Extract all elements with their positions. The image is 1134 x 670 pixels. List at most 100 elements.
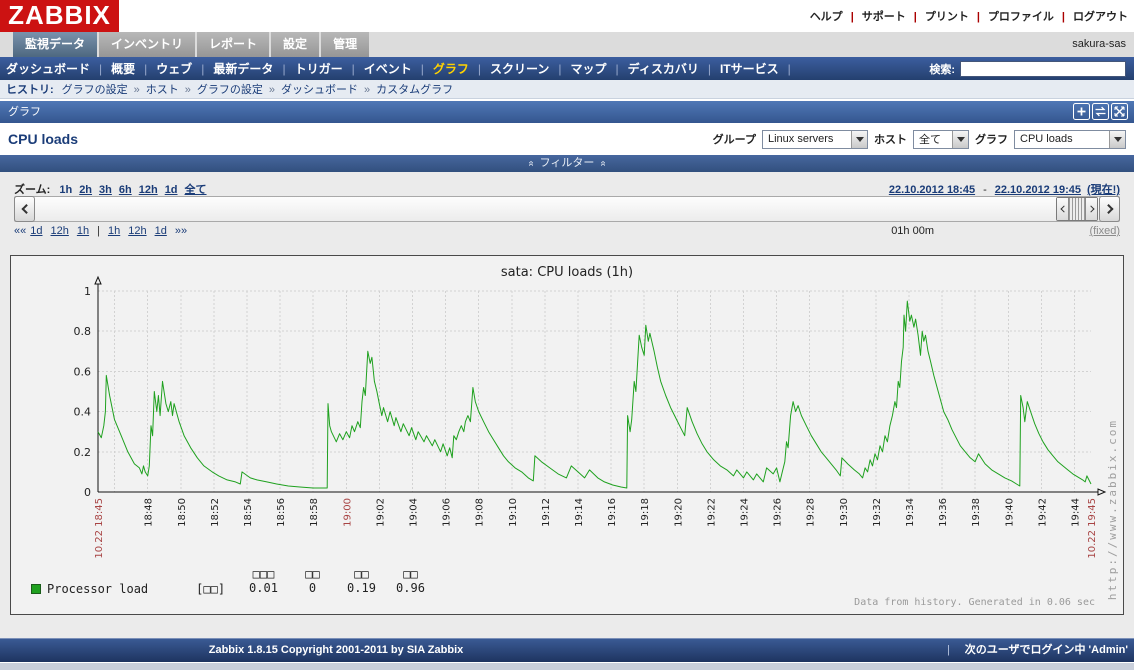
subnav-item[interactable]: イベント — [343, 60, 412, 77]
dropdown-arrow-icon[interactable] — [952, 131, 968, 148]
now-link[interactable]: (現在!) — [1087, 184, 1120, 196]
step-forward-link[interactable]: 1d — [155, 225, 167, 237]
history-link[interactable]: グラフの設定 — [62, 81, 128, 97]
period-span: 01h 00m — [891, 225, 934, 237]
scrollbar-slider[interactable] — [1056, 197, 1098, 221]
history-link[interactable]: グラフの設定 — [179, 81, 263, 97]
svg-text:0.4: 0.4 — [74, 406, 92, 419]
scrollbar-track[interactable] — [14, 196, 1120, 222]
graph-title-row: CPU loads グループ Linux servers ホスト 全て グラフ … — [0, 123, 1134, 155]
host-select[interactable]: 全て — [913, 130, 969, 149]
zoom-controls: ズーム:1h2h3h6h12h1d全て — [14, 181, 207, 197]
main-tab[interactable]: レポート — [197, 32, 269, 57]
zoom-link[interactable]: 全て — [185, 184, 207, 196]
subnav-item[interactable]: 最新データ — [192, 60, 273, 77]
top-link[interactable]: サポート — [843, 8, 906, 24]
cpu-load-chart: 00.20.40.60.8110.22 18:4518:4818:5018:52… — [11, 256, 1123, 614]
add-favourite-icon[interactable] — [1073, 103, 1090, 120]
subnav-item[interactable]: マップ — [549, 60, 606, 77]
svg-text:19:06: 19:06 — [442, 498, 453, 527]
svg-text:19:40: 19:40 — [1004, 498, 1015, 527]
graph-select[interactable]: CPU loads — [1014, 130, 1126, 149]
filter-toggle-bar[interactable]: »フィルター» — [0, 155, 1134, 172]
step-forward-link[interactable]: 12h — [128, 225, 146, 237]
zabbix-logo: ZABBIX — [0, 0, 119, 32]
graph-label: グラフ — [975, 131, 1008, 147]
svg-text:18:54: 18:54 — [243, 498, 254, 527]
main-tab[interactable]: 監視データ — [13, 32, 97, 57]
date-from-link[interactable]: 22.10.2012 18:45 — [889, 184, 975, 196]
dropdown-arrow-icon[interactable] — [851, 131, 867, 148]
main-tab[interactable]: 管理 — [321, 32, 369, 57]
main-tab-row: 監視データインベントリレポート設定管理 sakura-sas — [0, 32, 1134, 57]
subnav-item[interactable]: ウェブ — [135, 60, 192, 77]
svg-text:19:26: 19:26 — [773, 498, 784, 527]
history-label: ヒストリ: — [6, 81, 54, 97]
svg-text:19:38: 19:38 — [971, 498, 982, 527]
svg-text:19:18: 19:18 — [640, 498, 651, 527]
top-link[interactable]: ログアウト — [1054, 8, 1128, 24]
refresh-icon[interactable] — [1092, 103, 1109, 120]
svg-text:19:02: 19:02 — [375, 498, 386, 527]
top-link[interactable]: ヘルプ — [810, 8, 843, 24]
fixed-link[interactable]: (fixed) — [1089, 225, 1120, 237]
chevron-left-icon — [1060, 205, 1067, 212]
step-back-link[interactable]: 1h — [77, 225, 89, 237]
top-bar: ZABBIX ヘルプサポートプリントプロファイルログアウト — [0, 0, 1134, 32]
top-link[interactable]: プロファイル — [969, 8, 1054, 24]
subnav-item[interactable]: ディスカバリ — [607, 60, 699, 77]
date-to-link[interactable]: 22.10.2012 19:45 — [995, 184, 1081, 196]
subnav-items: ダッシュボード概要ウェブ最新データトリガーイベントグラフスクリーンマップディスカ… — [6, 57, 791, 80]
legend-stat-value: 0.96 — [386, 581, 435, 595]
bottom-strip — [0, 663, 1134, 670]
svg-text:19:28: 19:28 — [806, 498, 817, 527]
main-tab[interactable]: インベントリ — [99, 32, 195, 57]
slider-right-handle[interactable] — [1086, 198, 1097, 220]
search-box: 検索: — [929, 57, 1126, 80]
legend-stat-column: □□□ 0.01 — [239, 567, 288, 595]
step-back-link[interactable]: 1d — [30, 225, 42, 237]
subnav-item[interactable]: トリガー — [273, 60, 342, 77]
fullscreen-icon[interactable] — [1111, 103, 1128, 120]
subnav-item[interactable]: スクリーン — [469, 60, 550, 77]
svg-text:19:36: 19:36 — [938, 498, 949, 527]
top-link[interactable]: プリント — [906, 8, 969, 24]
page-next-link[interactable]: »» — [175, 225, 187, 237]
slider-left-handle[interactable] — [1057, 198, 1068, 220]
zoom-link[interactable]: 2h — [79, 184, 92, 196]
subnav-item[interactable]: ITサービス — [699, 60, 779, 77]
step-back-link[interactable]: 12h — [51, 225, 69, 237]
chevron-right-icon — [1087, 205, 1094, 212]
zoom-link[interactable]: 12h — [139, 184, 158, 196]
chevron-up-icon: » — [595, 161, 612, 167]
zoom-link[interactable]: 3h — [99, 184, 112, 196]
series-suffix: [□□] — [196, 582, 225, 596]
history-link[interactable]: ホスト — [128, 81, 179, 97]
zoom-link[interactable]: 1d — [165, 184, 178, 196]
section-icons — [1073, 103, 1128, 120]
svg-text:18:58: 18:58 — [309, 498, 320, 527]
search-input[interactable] — [960, 61, 1126, 77]
zabbix-app: ZABBIX ヘルプサポートプリントプロファイルログアウト 監視データインベント… — [0, 0, 1134, 670]
section-title: グラフ — [8, 101, 41, 123]
svg-text:19:14: 19:14 — [574, 498, 585, 527]
subnav-item[interactable]: グラフ — [412, 60, 469, 77]
slider-grip[interactable] — [1068, 198, 1086, 220]
history-bar: ヒストリ: グラフの設定ホストグラフの設定ダッシュボードカスタムグラフ — [0, 80, 1134, 99]
step-forward-link[interactable]: 1h — [108, 225, 120, 237]
history-link[interactable]: カスタムグラフ — [358, 81, 453, 97]
svg-text:18:56: 18:56 — [276, 498, 287, 527]
scroll-right-button[interactable] — [1099, 196, 1120, 222]
chevron-up-icon: » — [522, 161, 539, 167]
scroll-left-button[interactable] — [14, 196, 35, 222]
subnav-item[interactable]: ダッシュボード — [6, 60, 90, 77]
page-prev-link[interactable]: «« — [14, 225, 26, 237]
subnav-item[interactable]: 概要 — [90, 60, 135, 77]
svg-text:19:34: 19:34 — [905, 498, 916, 527]
group-select[interactable]: Linux servers — [762, 130, 868, 149]
main-tab[interactable]: 設定 — [271, 32, 319, 57]
group-label: グループ — [713, 131, 756, 147]
zoom-link[interactable]: 6h — [119, 184, 132, 196]
dropdown-arrow-icon[interactable] — [1109, 131, 1125, 148]
history-link[interactable]: ダッシュボード — [263, 81, 358, 97]
